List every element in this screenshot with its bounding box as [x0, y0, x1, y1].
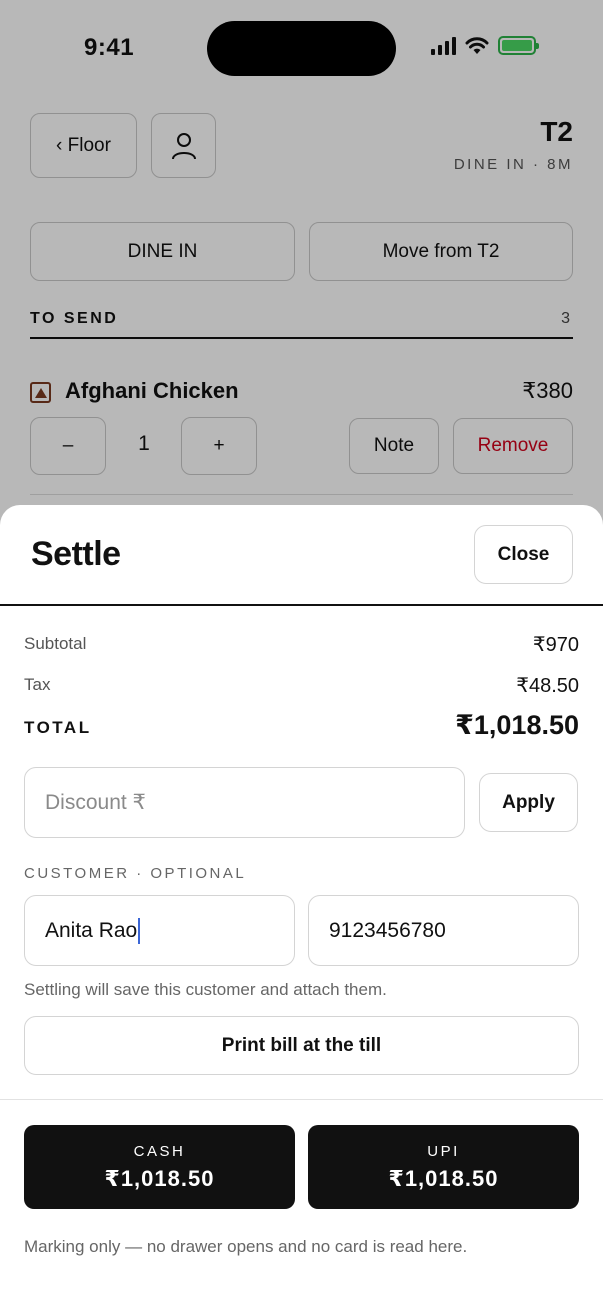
upi-amount: ₹1,018.50	[388, 1165, 499, 1191]
subtotal-value: ₹970	[532, 634, 579, 656]
settle-sheet: Settle Close Subtotal ₹970 Tax ₹48.50 TO…	[0, 505, 603, 1311]
sheet-divider	[0, 604, 603, 606]
sheet-title: Settle	[31, 535, 121, 573]
upi-pay-button[interactable]: UPI ₹1,018.50	[308, 1125, 579, 1209]
customer-hint: Settling will save this customer and att…	[24, 980, 387, 999]
subtotal-label: Subtotal	[24, 634, 87, 653]
upi-label: UPI	[427, 1142, 460, 1160]
cash-pay-button[interactable]: CASH ₹1,018.50	[24, 1125, 295, 1209]
discount-input[interactable]: Discount ₹	[24, 767, 465, 838]
total-value: ₹1,018.50	[455, 710, 579, 740]
print-bill-button[interactable]: Print bill at the till	[24, 1016, 579, 1075]
tax-value: ₹48.50	[516, 675, 579, 697]
customer-name-input[interactable]: Anita Rao	[24, 895, 295, 966]
cash-amount: ₹1,018.50	[104, 1165, 215, 1191]
customer-phone-input[interactable]: 9123456780	[308, 895, 579, 966]
payment-footnote: Marking only — no drawer opens and no ca…	[24, 1237, 468, 1256]
discount-placeholder: Discount ₹	[45, 791, 146, 814]
cash-label: CASH	[133, 1142, 186, 1160]
text-caret	[138, 917, 141, 944]
tax-label: Tax	[24, 675, 51, 694]
customer-phone-value: 9123456780	[329, 918, 446, 942]
apply-discount-button[interactable]: Apply	[479, 773, 578, 832]
customer-section-label: CUSTOMER · OPTIONAL	[24, 865, 247, 882]
payment-divider	[0, 1099, 603, 1100]
total-label: TOTAL	[24, 718, 92, 737]
customer-name-value: Anita Rao	[45, 918, 138, 942]
close-button[interactable]: Close	[474, 525, 573, 584]
